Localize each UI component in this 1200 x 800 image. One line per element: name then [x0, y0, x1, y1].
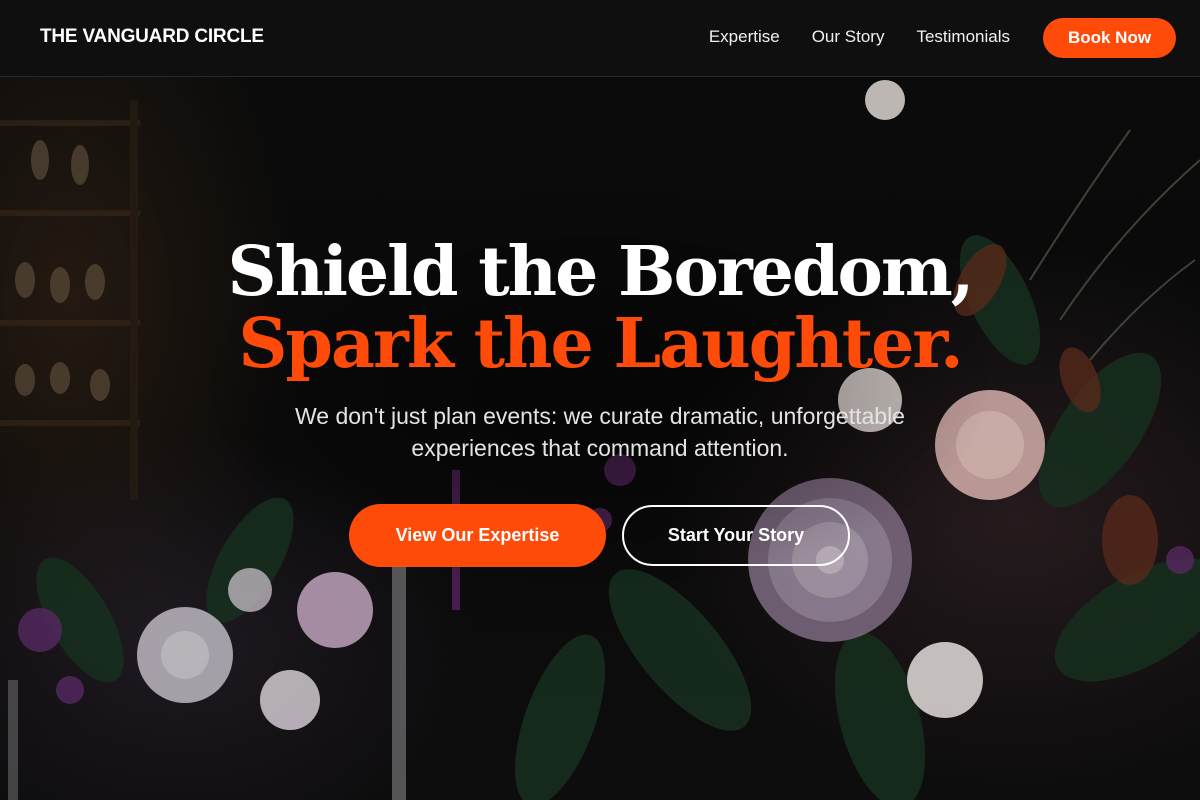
brand-logo[interactable]: THE VANGUARD CIRCLE — [40, 26, 264, 48]
nav-link-testimonials[interactable]: Testimonials — [916, 27, 1010, 47]
hero-headline-line2: Spark the Laughter. — [238, 304, 963, 384]
start-story-button[interactable]: Start Your Story — [622, 505, 850, 566]
hero-subtitle: We don't just plan events: we curate dra… — [295, 403, 905, 461]
site-header: THE VANGUARD CIRCLE Expertise Our Story … — [0, 0, 1200, 77]
main-nav: Expertise Our Story Testimonials — [709, 27, 1010, 47]
nav-link-expertise[interactable]: Expertise — [709, 27, 780, 47]
hero-headline-line1: Shield the Boredom, — [227, 232, 975, 312]
hero-section: Shield the Boredom, Spark the Laughter. … — [0, 0, 1200, 800]
view-expertise-button[interactable]: View Our Expertise — [349, 504, 606, 567]
nav-link-our-story[interactable]: Our Story — [812, 27, 885, 47]
book-now-button[interactable]: Book Now — [1043, 18, 1176, 58]
